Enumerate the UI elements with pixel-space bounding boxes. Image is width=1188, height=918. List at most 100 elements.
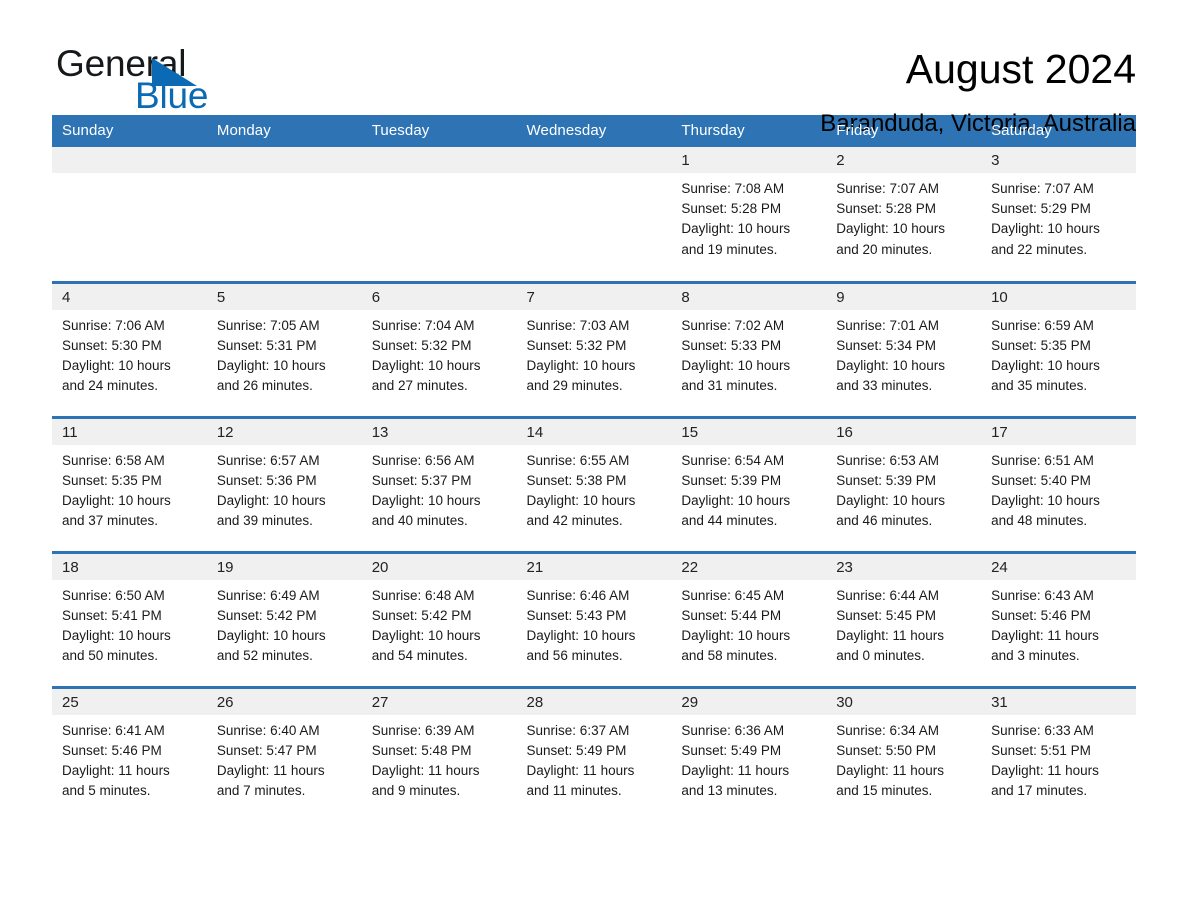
day-details: Sunrise: 6:44 AM Sunset: 5:45 PM Daylight:… bbox=[826, 580, 981, 667]
calendar-body: 1 Sunrise: 7:08 AM Sunset: 5:28 PM Daylight… bbox=[52, 147, 1136, 822]
calendar-cell-day[interactable]: 18 Sunrise: 6:50 AM Sunset: 5:41 PM Dayligh… bbox=[52, 550, 207, 687]
day-details: Sunrise: 7:08 AM Sunset: 5:28 PM Daylight:… bbox=[671, 173, 826, 260]
sunset-text: Sunset: 5:44 PM bbox=[681, 607, 782, 623]
day-cell: 30 Sunrise: 6:34 AM Sunset: 5:50 PM Dayligh… bbox=[826, 688, 982, 821]
calendar-cell-day[interactable]: 7 Sunrise: 7:03 AM Sunset: 5:32 PM Daylight… bbox=[516, 280, 672, 417]
day-number: 6 bbox=[361, 283, 517, 310]
weekday-header-thursday: Thursday bbox=[671, 115, 827, 147]
calendar-cell-day[interactable]: 25 Sunrise: 6:41 AM Sunset: 5:46 PM Dayligh… bbox=[52, 685, 207, 822]
day-number: 16 bbox=[826, 418, 982, 445]
day-cell: 7 Sunrise: 7:03 AM Sunset: 5:32 PM Daylight… bbox=[516, 283, 672, 416]
calendar-cell-day[interactable]: 16 Sunrise: 6:53 AM Sunset: 5:39 PM Dayligh… bbox=[826, 415, 982, 552]
sunrise-text: Sunrise: 6:54 AM bbox=[681, 452, 785, 468]
day-number: 11 bbox=[52, 418, 207, 445]
day-cell: 28 Sunrise: 6:37 AM Sunset: 5:49 PM Dayligh… bbox=[516, 688, 672, 821]
sunset-text: Sunset: 5:43 PM bbox=[526, 607, 627, 623]
sunset-text: Sunset: 5:31 PM bbox=[216, 337, 317, 353]
day-details: Sunrise: 6:46 AM Sunset: 5:43 PM Daylight:… bbox=[517, 580, 672, 667]
day-details: Sunrise: 7:02 AM Sunset: 5:33 PM Daylight:… bbox=[671, 310, 826, 397]
calendar-cell-day[interactable]: 2 Sunrise: 7:07 AM Sunset: 5:28 PM Daylight… bbox=[826, 147, 982, 282]
calendar-cell-day[interactable]: 4 Sunrise: 7:06 AM Sunset: 5:30 PM Daylight… bbox=[52, 280, 207, 417]
page-title: August 2024 bbox=[905, 46, 1136, 92]
sunset-text: Sunset: 5:37 PM bbox=[371, 472, 472, 488]
day-number: 7 bbox=[516, 283, 672, 310]
day-number: 8 bbox=[671, 283, 827, 310]
calendar-week-row: 11 Sunrise: 6:58 AM Sunset: 5:35 PM Dayligh… bbox=[52, 415, 1136, 552]
calendar-cell-day[interactable]: 21 Sunrise: 6:46 AM Sunset: 5:43 PM Dayligh… bbox=[516, 550, 672, 687]
sunrise-text: Sunrise: 6:45 AM bbox=[681, 587, 785, 603]
day-details: Sunrise: 6:59 AM Sunset: 5:35 PM Daylight:… bbox=[981, 310, 1136, 397]
day-details: Sunrise: 6:39 AM Sunset: 5:48 PM Daylight:… bbox=[362, 715, 517, 802]
calendar-cell-day[interactable]: 10 Sunrise: 6:59 AM Sunset: 5:35 PM Dayligh… bbox=[981, 280, 1136, 417]
calendar-cell-day[interactable]: 29 Sunrise: 6:36 AM Sunset: 5:49 PM Dayligh… bbox=[671, 685, 827, 822]
day-cell: 15 Sunrise: 6:54 AM Sunset: 5:39 PM Dayligh… bbox=[671, 418, 827, 551]
calendar-cell-day[interactable]: 14 Sunrise: 6:55 AM Sunset: 5:38 PM Dayligh… bbox=[516, 415, 672, 552]
day-number: 31 bbox=[981, 688, 1136, 715]
daylight-text-cont: and 26 minutes. bbox=[216, 378, 313, 394]
daylight-text: Daylight: 10 hours bbox=[371, 492, 481, 508]
calendar-cell-day[interactable]: 30 Sunrise: 6:34 AM Sunset: 5:50 PM Dayligh… bbox=[826, 685, 982, 822]
day-details: Sunrise: 7:07 AM Sunset: 5:29 PM Daylight:… bbox=[981, 173, 1136, 260]
sunrise-text: Sunrise: 6:53 AM bbox=[836, 452, 940, 468]
calendar-cell-day[interactable]: 20 Sunrise: 6:48 AM Sunset: 5:42 PM Dayligh… bbox=[361, 550, 517, 687]
daylight-text-cont: and 33 minutes. bbox=[836, 378, 933, 394]
calendar-cell-day[interactable]: 8 Sunrise: 7:02 AM Sunset: 5:33 PM Daylight… bbox=[671, 280, 827, 417]
daylight-text: Daylight: 11 hours bbox=[836, 627, 945, 643]
sunrise-text: Sunrise: 6:57 AM bbox=[216, 452, 320, 468]
day-cell: 8 Sunrise: 7:02 AM Sunset: 5:33 PM Daylight… bbox=[671, 283, 827, 416]
calendar-cell-day[interactable]: 24 Sunrise: 6:43 AM Sunset: 5:46 PM Dayligh… bbox=[981, 550, 1136, 687]
calendar-cell-day[interactable]: 26 Sunrise: 6:40 AM Sunset: 5:47 PM Dayligh… bbox=[206, 685, 362, 822]
sunrise-text: Sunrise: 6:56 AM bbox=[371, 452, 475, 468]
sunset-text: Sunset: 5:32 PM bbox=[371, 337, 472, 353]
day-number: 19 bbox=[206, 553, 362, 580]
daylight-text: Daylight: 10 hours bbox=[681, 492, 791, 508]
day-details: Sunrise: 6:57 AM Sunset: 5:36 PM Daylight:… bbox=[207, 445, 362, 532]
calendar-cell-day[interactable]: 27 Sunrise: 6:39 AM Sunset: 5:48 PM Dayligh… bbox=[361, 685, 517, 822]
day-cell: 17 Sunrise: 6:51 AM Sunset: 5:40 PM Dayligh… bbox=[981, 418, 1136, 551]
sunrise-text: Sunrise: 6:48 AM bbox=[371, 587, 475, 603]
calendar-cell-day[interactable]: 28 Sunrise: 6:37 AM Sunset: 5:49 PM Dayligh… bbox=[516, 685, 672, 822]
sunset-text: Sunset: 5:35 PM bbox=[991, 337, 1091, 353]
calendar-cell-day[interactable]: 31 Sunrise: 6:33 AM Sunset: 5:51 PM Dayligh… bbox=[981, 685, 1136, 822]
daylight-text: Daylight: 10 hours bbox=[681, 357, 791, 373]
daylight-text-cont: and 58 minutes. bbox=[681, 648, 778, 664]
calendar-cell-day[interactable]: 11 Sunrise: 6:58 AM Sunset: 5:35 PM Dayligh… bbox=[52, 415, 207, 552]
day-cell: 9 Sunrise: 7:01 AM Sunset: 5:34 PM Daylight… bbox=[826, 283, 982, 416]
calendar-cell-day[interactable]: 6 Sunrise: 7:04 AM Sunset: 5:32 PM Daylight… bbox=[361, 280, 517, 417]
sunrise-text: Sunrise: 7:06 AM bbox=[62, 317, 165, 333]
calendar-cell-day[interactable]: 19 Sunrise: 6:49 AM Sunset: 5:42 PM Dayligh… bbox=[206, 550, 362, 687]
calendar-cell-day[interactable]: 23 Sunrise: 6:44 AM Sunset: 5:45 PM Dayligh… bbox=[826, 550, 982, 687]
day-number: 29 bbox=[671, 688, 827, 715]
daylight-text: Daylight: 10 hours bbox=[681, 221, 791, 237]
sunrise-text: Sunrise: 6:37 AM bbox=[526, 722, 630, 738]
weekday-header-sunday: Sunday bbox=[52, 115, 207, 147]
day-cell: 11 Sunrise: 6:58 AM Sunset: 5:35 PM Dayligh… bbox=[52, 418, 207, 551]
sunset-text: Sunset: 5:39 PM bbox=[681, 472, 782, 488]
calendar-cell-day[interactable]: 15 Sunrise: 6:54 AM Sunset: 5:39 PM Dayligh… bbox=[671, 415, 827, 552]
sunrise-text: Sunrise: 7:04 AM bbox=[371, 317, 475, 333]
daylight-text-cont: and 35 minutes. bbox=[991, 378, 1088, 394]
sunset-text: Sunset: 5:39 PM bbox=[836, 472, 937, 488]
calendar-cell-day[interactable]: 22 Sunrise: 6:45 AM Sunset: 5:44 PM Dayligh… bbox=[671, 550, 827, 687]
day-number: 1 bbox=[671, 147, 827, 173]
calendar-cell-day[interactable]: 13 Sunrise: 6:56 AM Sunset: 5:37 PM Dayligh… bbox=[361, 415, 517, 552]
calendar-cell-day[interactable]: 9 Sunrise: 7:01 AM Sunset: 5:34 PM Daylight… bbox=[826, 280, 982, 417]
day-cell: 14 Sunrise: 6:55 AM Sunset: 5:38 PM Dayligh… bbox=[516, 418, 672, 551]
daylight-text: Daylight: 11 hours bbox=[62, 762, 170, 778]
day-details: Sunrise: 6:50 AM Sunset: 5:41 PM Daylight:… bbox=[52, 580, 207, 667]
calendar-cell-day[interactable]: 1 Sunrise: 7:08 AM Sunset: 5:28 PM Daylight… bbox=[671, 147, 827, 282]
calendar-cell-day[interactable]: 17 Sunrise: 6:51 AM Sunset: 5:40 PM Dayligh… bbox=[981, 415, 1136, 552]
sunrise-text: Sunrise: 6:49 AM bbox=[216, 587, 320, 603]
day-number: 13 bbox=[361, 418, 517, 445]
daylight-text-cont: and 7 minutes. bbox=[216, 783, 306, 799]
sunset-text: Sunset: 5:38 PM bbox=[526, 472, 627, 488]
day-details: Sunrise: 6:55 AM Sunset: 5:38 PM Daylight:… bbox=[517, 445, 672, 532]
sunset-text: Sunset: 5:29 PM bbox=[991, 201, 1091, 217]
daylight-text: Daylight: 10 hours bbox=[836, 357, 946, 373]
day-cell: 27 Sunrise: 6:39 AM Sunset: 5:48 PM Dayligh… bbox=[361, 688, 517, 821]
calendar-cell-day[interactable]: 3 Sunrise: 7:07 AM Sunset: 5:29 PM Daylight… bbox=[981, 147, 1136, 282]
sunset-text: Sunset: 5:45 PM bbox=[836, 607, 937, 623]
calendar-cell-day[interactable]: 12 Sunrise: 6:57 AM Sunset: 5:36 PM Dayligh… bbox=[206, 415, 362, 552]
day-details: Sunrise: 6:33 AM Sunset: 5:51 PM Daylight:… bbox=[981, 715, 1136, 802]
calendar-cell-day[interactable]: 5 Sunrise: 7:05 AM Sunset: 5:31 PM Daylight… bbox=[206, 280, 362, 417]
